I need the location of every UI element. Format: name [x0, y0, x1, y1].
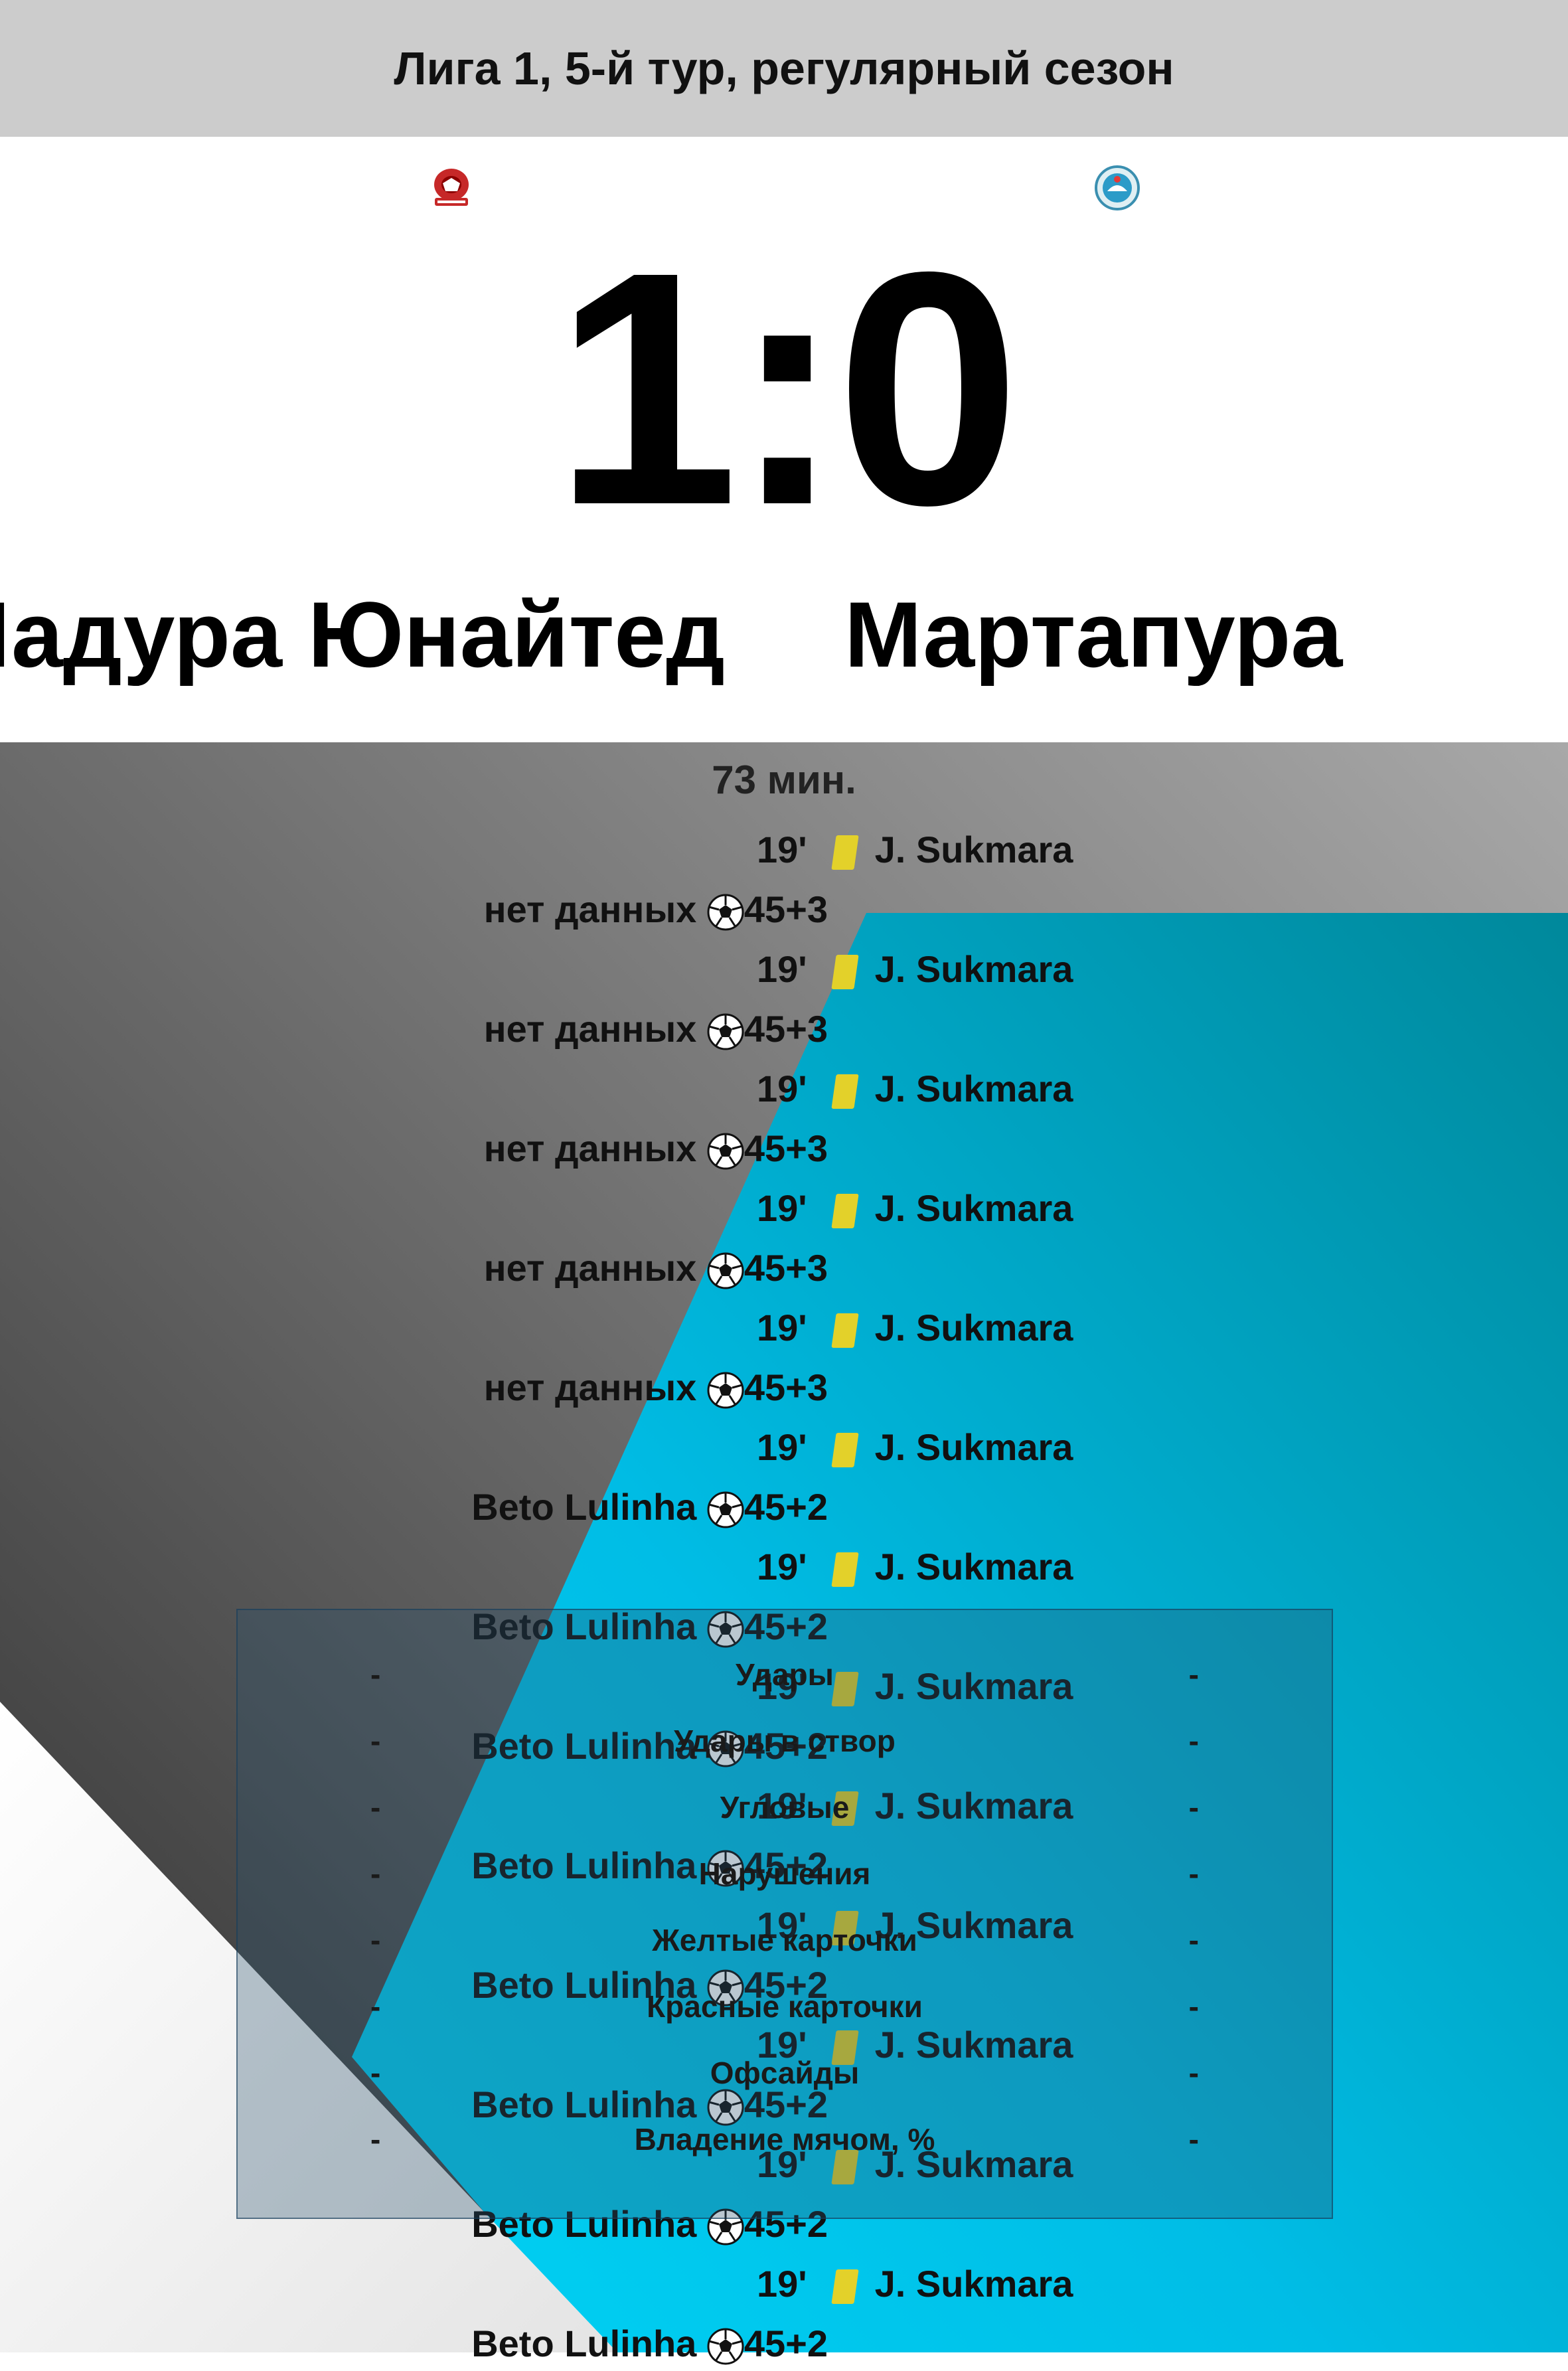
yellow-card-icon	[830, 835, 859, 870]
stat-away-value: -	[1188, 2056, 1199, 2090]
yellow-card-icon	[830, 1552, 859, 1588]
stat-away-value: -	[1188, 1856, 1199, 1891]
score: 1:0	[554, 203, 1021, 574]
event-player: нет данных	[483, 1008, 697, 1050]
event-minute: 45+3	[744, 1008, 828, 1050]
event-player: J. Sukmara	[874, 1307, 1073, 1349]
event-player: J. Sukmara	[874, 829, 1073, 870]
stat-row: - Желтые карточки -	[238, 1922, 1332, 1989]
event-player: нет данных	[483, 1247, 697, 1289]
event-minute: 19'	[757, 1187, 807, 1229]
event-row-card: 19' J. Sukmara	[757, 2263, 1073, 2305]
event-minute: 19'	[757, 948, 807, 990]
away-team-name: Мартапура	[844, 582, 1343, 687]
stat-away-value: -	[1188, 1923, 1199, 1957]
stat-label: Желтые карточки	[652, 1923, 917, 1957]
soccer-ball-icon	[707, 1252, 744, 1289]
event-minute: 45+2	[744, 2323, 828, 2364]
stat-away-value: -	[1188, 1657, 1199, 1692]
stat-label: Угловые	[720, 1790, 850, 1825]
yellow-card-icon	[830, 2269, 859, 2305]
stat-label: Удары в створ	[674, 1724, 896, 1758]
stat-row: - Владение мячом, % -	[238, 2121, 1332, 2188]
stat-row: - Угловые -	[238, 1789, 1332, 1856]
stat-away-value: -	[1188, 2122, 1199, 2157]
event-row-card: 19' J. Sukmara	[757, 1070, 1073, 1109]
event-minute: 45+3	[744, 888, 828, 930]
stat-label: Нарушения	[698, 1856, 871, 1891]
stat-row: - Красные карточки -	[238, 1989, 1332, 2055]
event-minute: 45+2	[744, 1486, 828, 1528]
match-header: Лига 1, 5-й тур, регулярный сезон	[0, 0, 1568, 137]
stat-label: Офсайды	[710, 2056, 860, 2090]
stat-away-value: -	[1188, 1724, 1199, 1758]
yellow-card-icon	[830, 1194, 859, 1229]
home-team-name: Мадура Юнайтед	[0, 582, 725, 687]
soccer-ball-icon	[707, 1133, 744, 1170]
event-minute: 45+3	[744, 1127, 828, 1169]
stat-away-value: -	[1188, 1790, 1199, 1825]
event-row-card: 19' J. Sukmara	[757, 831, 1073, 870]
stat-row: - Удары -	[238, 1657, 1332, 1723]
event-minute: 45+3	[744, 1247, 828, 1289]
event-minute: 45+3	[744, 1366, 828, 1408]
event-player: J. Sukmara	[874, 2263, 1073, 2305]
stat-row: - Удары в створ -	[238, 1723, 1332, 1789]
event-minute: 19'	[757, 1546, 807, 1588]
stat-row: - Офсайды -	[238, 2055, 1332, 2121]
stat-label: Красные карточки	[647, 1989, 923, 2024]
event-row-goal: Beto Lulinha 45+2	[471, 1489, 828, 1528]
yellow-card-icon	[830, 1074, 859, 1109]
martapura-crest-icon	[1095, 165, 1140, 210]
event-row-card: 19' J. Sukmara	[757, 1187, 1073, 1229]
event-row-card: 19' J. Sukmara	[757, 1546, 1073, 1588]
soccer-ball-icon	[707, 1491, 744, 1528]
event-minute: 19'	[757, 1426, 807, 1468]
yellow-card-icon	[830, 955, 859, 990]
event-player: Beto Lulinha	[471, 2323, 697, 2364]
event-row-goal: нет данных 45+3	[484, 1011, 828, 1050]
event-player: Beto Lulinha	[471, 1486, 697, 1528]
event-minute: 19'	[757, 829, 807, 870]
event-player: J. Sukmara	[874, 1187, 1073, 1229]
event-row-card: 19' J. Sukmara	[757, 1307, 1073, 1349]
event-minute: 19'	[757, 1307, 807, 1349]
stat-label: Удары	[736, 1657, 834, 1692]
event-player: нет данных	[483, 1127, 697, 1169]
event-player: J. Sukmara	[874, 1068, 1073, 1109]
event-player: нет данных	[483, 888, 697, 930]
yellow-card-icon	[830, 1433, 859, 1468]
event-row-goal: нет данных 45+3	[484, 1250, 828, 1289]
league-title: Лига 1, 5-й тур, регулярный сезон	[394, 42, 1174, 94]
yellow-card-icon	[830, 1313, 859, 1349]
event-row-goal: Beto Lulinha 45+2	[471, 2325, 828, 2365]
stats-panel: - Удары - - Удары в створ - - Угловые - - Нарушени…	[236, 1609, 1333, 2219]
event-row-goal: нет данных 45+3	[484, 1130, 828, 1170]
event-row-card: 19' J. Sukmara	[757, 948, 1073, 990]
event-player: J. Sukmara	[874, 1426, 1073, 1468]
soccer-ball-icon	[707, 894, 744, 931]
event-row-goal: нет данных 45+3	[484, 1369, 828, 1409]
madura-united-crest-icon	[434, 169, 469, 206]
stat-row: - Нарушения -	[238, 1856, 1332, 1922]
soccer-ball-icon	[707, 1372, 744, 1409]
event-minute: 19'	[757, 2263, 807, 2305]
event-player: нет данных	[483, 1366, 697, 1408]
stat-away-value: -	[1188, 1989, 1199, 2024]
event-row-card: 19' J. Sukmara	[757, 1426, 1073, 1468]
event-minute: 19'	[757, 1068, 807, 1109]
soccer-ball-icon	[707, 1013, 744, 1050]
event-player: J. Sukmara	[874, 948, 1073, 990]
event-row-goal: нет данных 45+3	[484, 891, 828, 931]
soccer-ball-icon	[707, 2328, 744, 2365]
stat-label: Владение мячом, %	[634, 2122, 935, 2157]
match-minute: 73 мин.	[712, 758, 856, 802]
event-player: J. Sukmara	[874, 1546, 1073, 1588]
